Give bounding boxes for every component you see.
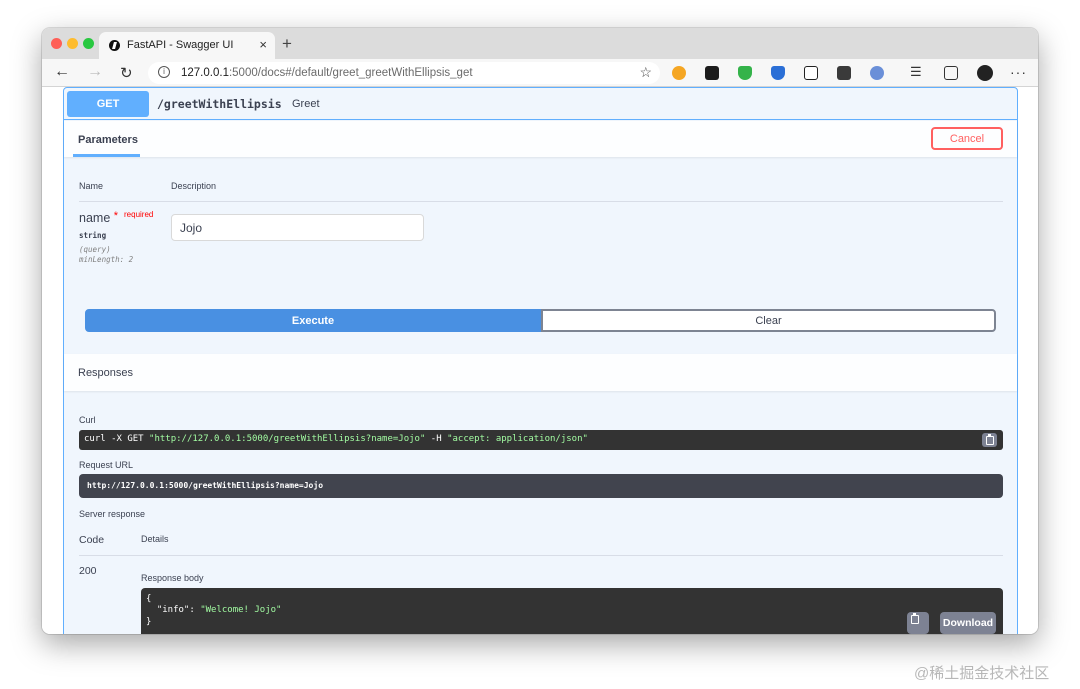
profile-avatar[interactable]: [977, 65, 993, 81]
url-text: 127.0.0.1:5000/docs#/default/greet_greet…: [181, 67, 473, 79]
body-key: "info":: [146, 605, 201, 615]
operation-summary-text: Greet: [292, 98, 320, 110]
request-url-label: Request URL: [79, 460, 134, 470]
operation-block: GET /greetWithEllipsis Greet Parameters …: [63, 87, 1018, 634]
parameters-tab-underline: [73, 154, 140, 157]
curl-label: Curl: [79, 415, 96, 425]
request-url-block: http://127.0.0.1:5000/greetWithEllipsis?…: [79, 474, 1003, 498]
extension-ghost-icon[interactable]: [705, 66, 719, 80]
cancel-button[interactable]: Cancel: [931, 127, 1003, 150]
column-header-description: Description: [171, 181, 217, 191]
url-host: 127.0.0.1: [181, 67, 229, 79]
favorite-star-icon[interactable]: ☆: [639, 64, 652, 81]
curl-url: "http://127.0.0.1:5000/greetWithEllipsis…: [149, 434, 426, 444]
copy-body-icon[interactable]: [907, 612, 929, 634]
body-line-open: {: [146, 594, 152, 604]
extension-x-icon[interactable]: [837, 66, 851, 80]
name-param-input[interactable]: [171, 214, 424, 241]
parameters-header: Parameters Cancel: [64, 121, 1017, 157]
param-location: (query): [79, 245, 111, 254]
tab-strip: FastAPI - Swagger UI × +: [42, 28, 1038, 59]
minimize-window-button[interactable]: [67, 38, 78, 49]
body-line-close: }: [146, 617, 152, 627]
zoom-window-button[interactable]: [83, 38, 94, 49]
endpoint-path: /greetWithEllipsis: [157, 97, 282, 111]
divider: [79, 201, 1003, 202]
request-url[interactable]: http://127.0.0.1:5000/greetWithEllipsis?…: [87, 481, 323, 490]
swagger-page: GET /greetWithEllipsis Greet Parameters …: [42, 87, 1038, 634]
body-line-info: "info": "Welcome! Jojo": [146, 605, 282, 615]
response-body-label: Response body: [141, 573, 204, 583]
curl-command[interactable]: curl -X GET "http://127.0.0.1:5000/greet…: [84, 434, 588, 444]
clear-button[interactable]: Clear: [541, 309, 996, 332]
parameters-title[interactable]: Parameters: [78, 134, 138, 146]
extension-badge-icon[interactable]: [771, 66, 785, 80]
new-tab-icon[interactable]: +: [282, 34, 292, 54]
http-method-badge: GET: [67, 91, 149, 117]
browser-tab[interactable]: FastAPI - Swagger UI ×: [99, 32, 275, 59]
notion-icon[interactable]: [804, 66, 818, 80]
back-arrow-icon[interactable]: ←: [54, 63, 70, 81]
param-type: string: [79, 231, 107, 240]
responses-header: Responses: [64, 354, 1017, 391]
watermark: @稀土掘金技术社区: [914, 665, 1050, 682]
extension-shield-icon[interactable]: [738, 66, 752, 80]
browser-window: FastAPI - Swagger UI × + ← → ↻ i 127.0.0…: [42, 28, 1038, 634]
url-path: :5000/docs#/default/greet_greetWithEllip…: [228, 67, 473, 79]
extension-globe-icon[interactable]: [870, 66, 884, 80]
body-value: "Welcome! Jojo": [200, 605, 282, 615]
curl-header: "accept: application/json": [447, 434, 588, 444]
param-constraint: minLength: 2: [79, 255, 134, 264]
tab-title: FastAPI - Swagger UI: [127, 39, 234, 51]
status-code: 200: [79, 565, 97, 577]
tab-close-icon[interactable]: ×: [259, 37, 267, 52]
execute-wrapper: Execute Clear: [85, 309, 996, 332]
download-button[interactable]: Download: [940, 612, 996, 634]
param-name-text: name: [79, 211, 111, 225]
code-column-header: Code: [79, 534, 105, 546]
divider: [79, 555, 1003, 556]
response-body-block: { "info": "Welcome! Jojo" } Download: [141, 588, 1003, 634]
collections-icon[interactable]: [944, 66, 958, 80]
responses-title: Responses: [78, 367, 134, 379]
operation-summary[interactable]: GET /greetWithEllipsis Greet: [64, 88, 1017, 120]
column-header-name: Name: [79, 181, 104, 191]
reload-icon[interactable]: ↻: [120, 64, 133, 82]
curl-flag: -H: [425, 434, 448, 444]
required-label: required: [124, 210, 154, 219]
copy-curl-icon[interactable]: [982, 433, 997, 447]
site-info-icon[interactable]: i: [158, 66, 170, 78]
curl-code-block: curl -X GET "http://127.0.0.1:5000/greet…: [79, 430, 1003, 450]
server-response-label: Server response: [79, 509, 146, 519]
curl-prefix: curl -X GET: [84, 434, 150, 444]
address-bar[interactable]: i 127.0.0.1:5000/docs#/default/greet_gre…: [148, 62, 660, 84]
execute-button[interactable]: Execute: [85, 309, 541, 332]
fastapi-favicon-icon: [109, 40, 120, 51]
forward-arrow-icon[interactable]: →: [87, 63, 103, 81]
close-window-button[interactable]: [51, 38, 62, 49]
favorites-list-icon[interactable]: ☰: [910, 64, 924, 79]
required-star: *: [113, 210, 119, 222]
more-menu-icon[interactable]: ···: [1010, 64, 1027, 80]
param-name: name *: [79, 210, 119, 225]
details-column-header: Details: [141, 534, 169, 544]
address-toolbar: ← → ↻ i 127.0.0.1:5000/docs#/default/gre…: [42, 59, 1038, 87]
extension-orange-icon[interactable]: [672, 66, 686, 80]
